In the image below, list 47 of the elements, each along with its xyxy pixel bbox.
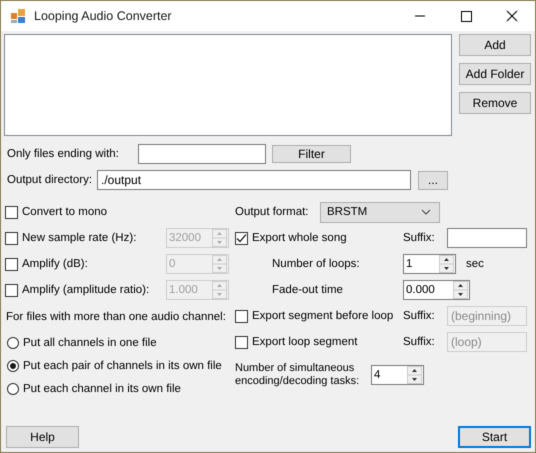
radio-button[interactable] — [7, 382, 19, 394]
checkbox[interactable] — [5, 206, 18, 218]
spinner-arrows-icon[interactable] — [407, 366, 422, 384]
output-directory-label: Output directory: — [7, 174, 92, 186]
radio-label: Put each channel in its own file — [23, 382, 181, 394]
option-label: New sample rate (Hz): — [22, 232, 138, 244]
list-button[interactable]: Add — [459, 34, 531, 56]
start-button[interactable]: Start — [458, 426, 531, 448]
number-spinner[interactable]: 1 — [403, 254, 456, 274]
spinner-arrows-icon[interactable] — [439, 255, 454, 273]
radio-button[interactable] — [7, 360, 19, 372]
help-button[interactable]: Help — [6, 426, 79, 448]
tasks-label: Number of simultaneous encoding/decoding tasks: — [235, 362, 360, 388]
fade-out-label: Fade-out time — [272, 284, 343, 296]
number-spinner[interactable]: 4 — [371, 365, 424, 385]
window-title: Looping Audio Converter — [34, 9, 173, 23]
spinner-arrows-icon[interactable] — [453, 281, 468, 299]
unit-label: sec — [466, 258, 484, 270]
filter-button[interactable]: Filter — [272, 145, 351, 163]
option-label: Amplify (dB): — [22, 258, 89, 270]
channel-mode-label: For files with more than one audio channel: — [6, 311, 227, 325]
suffix-label: Suffix: — [403, 336, 436, 348]
suffix-label: Suffix: — [403, 310, 436, 322]
radio-button[interactable] — [7, 336, 19, 348]
list-button[interactable]: Remove — [459, 92, 531, 114]
radio-label: Put each pair of channels in its own file — [23, 360, 222, 372]
file-list[interactable] — [4, 34, 452, 136]
list-button[interactable]: Add Folder — [459, 63, 531, 85]
suffix-label: Suffix: — [403, 232, 436, 244]
suffix-field[interactable] — [447, 228, 527, 248]
option-label: Export loop segment — [252, 336, 358, 348]
filter-label: Only files ending with: — [7, 148, 120, 160]
radio-label: Put all channels in one file — [23, 336, 157, 348]
option-label: Export segment before loop — [252, 310, 394, 322]
option-label: Export whole song — [252, 232, 347, 244]
number-spinner[interactable]: 0.000 — [403, 280, 470, 300]
chevron-down-icon — [421, 209, 431, 215]
checkbox[interactable] — [235, 232, 248, 244]
app-icon — [10, 8, 26, 24]
output-directory-field[interactable]: ./output — [97, 170, 412, 190]
output-format-dropdown[interactable]: BRSTM — [320, 202, 440, 222]
option-label: Convert to mono — [22, 206, 108, 218]
output-format-label: Output format: — [235, 206, 310, 218]
filter-field[interactable] — [138, 144, 266, 164]
option-label: Amplify (amplitude ratio): — [22, 284, 150, 296]
loops-label: Number of loops: — [272, 258, 360, 270]
browse-button[interactable]: ... — [418, 170, 448, 190]
